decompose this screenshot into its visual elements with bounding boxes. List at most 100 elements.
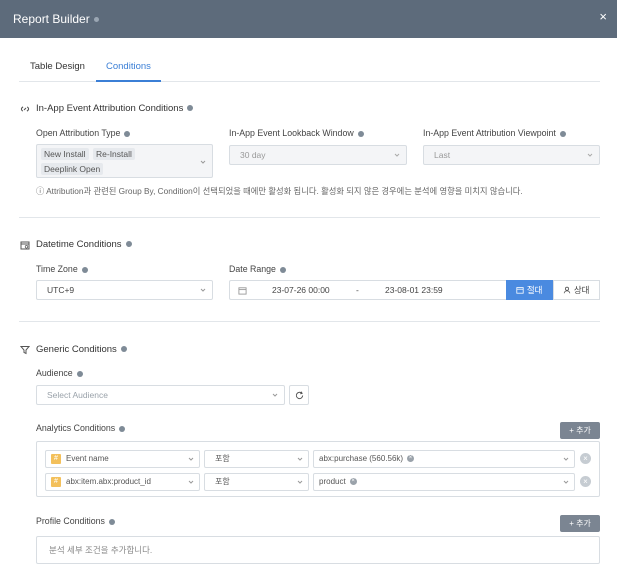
chip-deeplink-open: Deeplink Open — [41, 163, 104, 175]
chevron-down-icon — [587, 153, 593, 157]
chip-re-install: Re-Install — [93, 148, 135, 160]
condition-operator-select[interactable]: 포함 — [204, 450, 309, 468]
close-icon[interactable]: × — [599, 10, 607, 24]
chevron-down-icon — [188, 480, 194, 484]
timezone-label-text: Time Zone — [36, 264, 78, 274]
audience-label-text: Audience — [36, 368, 73, 378]
absolute-date-label: 절대 — [526, 285, 543, 295]
calendar-clock-icon — [20, 241, 30, 249]
open-attribution-label-text: Open Attribution Type — [36, 128, 121, 138]
add-analytics-condition-button[interactable]: + 추가 — [560, 422, 600, 439]
info-icon — [279, 266, 286, 273]
tab-table-design[interactable]: Table Design — [30, 55, 85, 82]
viewpoint-select[interactable]: Last — [423, 145, 600, 165]
analytics-conditions-label: Analytics Conditions — [36, 423, 126, 433]
link-icon — [20, 105, 30, 112]
info-icon — [187, 105, 194, 112]
condition-operator-value: 포함 — [215, 454, 230, 463]
datetime-section-title: Datetime Conditions — [20, 239, 132, 250]
chevron-down-icon — [394, 153, 400, 157]
window-title: Report Builder — [13, 12, 99, 26]
attribution-hint: ⓘ Attribution과 관련된 Group By, Condition이 … — [36, 186, 523, 196]
generic-title-text: Generic Conditions — [36, 344, 117, 355]
chip-new-install: New Install — [41, 148, 89, 160]
info-icon — [357, 130, 364, 137]
in-app-section-title: In-App Event Attribution Conditions — [20, 103, 194, 114]
in-app-title-text: In-App Event Attribution Conditions — [36, 103, 184, 114]
tab-conditions[interactable]: Conditions — [96, 55, 161, 82]
analytics-conditions-box: # Event name 포함 abx:purchase (560.56k) × ×… — [36, 441, 600, 497]
relative-date-label: 상대 — [573, 285, 590, 295]
relative-date-button[interactable]: 상대 — [553, 280, 600, 300]
info-icon — [559, 130, 566, 137]
info-icon — [76, 370, 83, 377]
hash-icon: # — [51, 476, 61, 487]
add-profile-condition-button[interactable]: + 추가 — [560, 515, 600, 532]
condition-field-select[interactable]: # Event name — [45, 450, 200, 468]
absolute-date-button[interactable]: 절대 — [506, 280, 553, 300]
remove-condition-icon[interactable]: × — [580, 476, 591, 487]
lookback-label-text: In-App Event Lookback Window — [229, 128, 354, 138]
lookback-select[interactable]: 30 day — [229, 145, 407, 165]
date-range-label-text: Date Range — [229, 264, 276, 274]
section-divider — [19, 217, 600, 218]
remove-condition-icon[interactable]: × — [580, 453, 591, 464]
date-range-end: 23-08-01 23:59 — [385, 285, 443, 295]
generic-section-title: Generic Conditions — [20, 344, 127, 355]
chevron-down-icon — [563, 457, 569, 461]
title-bar: Report Builder × — [0, 0, 617, 38]
info-icon — [119, 425, 126, 432]
chevron-down-icon — [200, 160, 206, 164]
lookback-label: In-App Event Lookback Window — [229, 128, 364, 138]
info-icon — [81, 266, 88, 273]
profile-conditions-box: 분석 세부 조건을 추가합니다. — [36, 536, 600, 564]
calendar-icon — [238, 287, 247, 295]
date-range-input[interactable]: 23-07-26 00:00 - 23-08-01 23:59 — [229, 280, 506, 300]
chevron-down-icon — [200, 288, 206, 292]
hash-icon: # — [51, 453, 61, 464]
info-icon — [125, 241, 132, 248]
remove-chip-icon[interactable]: × — [407, 455, 415, 463]
audience-placeholder: Select Audience — [47, 390, 108, 400]
condition-operator-select[interactable]: 포함 — [204, 473, 309, 491]
date-range-separator: - — [356, 285, 359, 295]
open-attribution-select[interactable]: New Install Re-Install Deeplink Open — [36, 144, 213, 178]
timezone-value: UTC+9 — [47, 285, 75, 295]
condition-field-select[interactable]: # abx:item.abx:product_id — [45, 473, 200, 491]
date-range-start: 23-07-26 00:00 — [272, 285, 330, 295]
viewpoint-label-text: In-App Event Attribution Viewpoint — [423, 128, 556, 138]
chevron-down-icon — [563, 480, 569, 484]
condition-value-select[interactable]: abx:purchase (560.56k) × — [313, 450, 575, 468]
viewpoint-label: In-App Event Attribution Viewpoint — [423, 128, 566, 138]
timezone-select[interactable]: UTC+9 — [36, 280, 213, 300]
remove-chip-icon[interactable]: × — [349, 478, 357, 486]
chevron-down-icon — [297, 480, 303, 484]
chevron-down-icon — [188, 457, 194, 461]
condition-operator-value: 포함 — [215, 477, 230, 486]
analytics-conditions-label-text: Analytics Conditions — [36, 423, 116, 433]
calendar-icon — [516, 287, 525, 294]
condition-field-value: abx:item.abx:product_id — [66, 477, 151, 486]
condition-field-value: Event name — [66, 454, 109, 463]
filter-icon — [20, 345, 30, 354]
refresh-icon — [295, 391, 304, 400]
window-title-text: Report Builder — [13, 12, 90, 26]
condition-value-select[interactable]: product × — [313, 473, 575, 491]
info-icon — [120, 346, 127, 353]
open-attribution-label: Open Attribution Type — [36, 128, 131, 138]
chevron-down-icon — [297, 457, 303, 461]
title-info-icon — [93, 17, 99, 23]
audience-label: Audience — [36, 368, 83, 378]
user-icon — [564, 286, 571, 294]
audience-select[interactable]: Select Audience — [36, 385, 285, 405]
datetime-title-text: Datetime Conditions — [36, 239, 122, 250]
date-range-label: Date Range — [229, 264, 286, 274]
timezone-label: Time Zone — [36, 264, 88, 274]
condition-value-chip: abx:purchase (560.56k) — [319, 454, 404, 463]
info-icon — [108, 518, 115, 525]
lookback-value: 30 day — [240, 150, 266, 160]
chevron-down-icon — [272, 393, 278, 397]
refresh-audience-button[interactable] — [289, 385, 309, 405]
viewpoint-value: Last — [434, 150, 451, 160]
section-divider — [19, 321, 600, 322]
